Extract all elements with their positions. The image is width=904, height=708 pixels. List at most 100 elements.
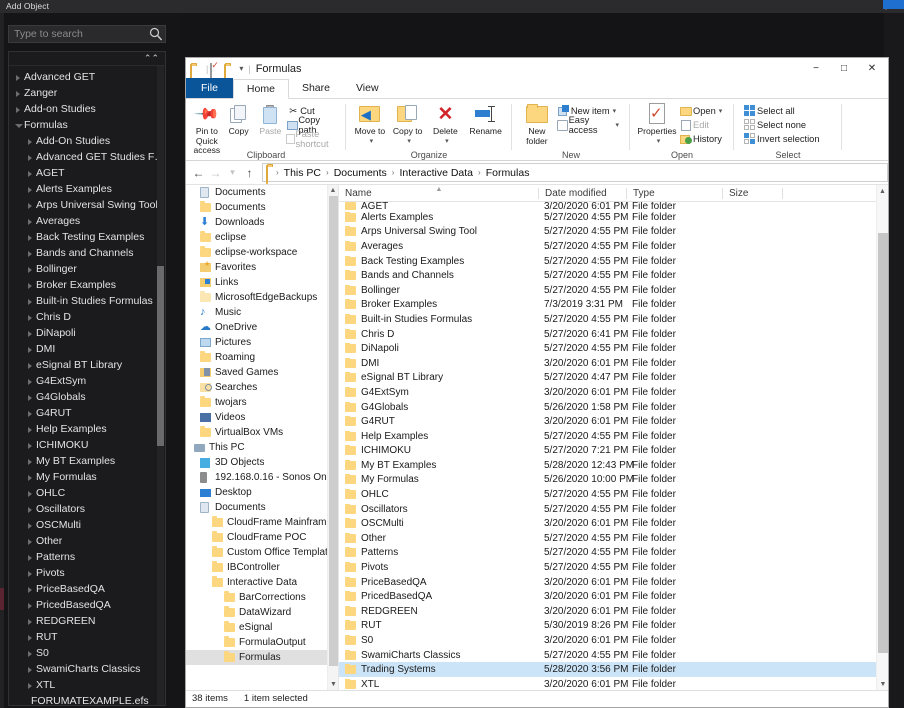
chevron-right-icon[interactable] [27,245,36,261]
maximize-button[interactable]: □ [830,58,858,78]
nav-item[interactable]: Pictures [186,335,338,350]
tree-item[interactable]: Advanced GET [9,69,165,85]
nav-item[interactable]: eSignal [186,620,338,635]
nav-item[interactable]: Videos [186,410,338,425]
nav-item[interactable]: CloudFrame POC [186,530,338,545]
chevron-right-icon[interactable] [27,453,36,469]
tree-item[interactable]: AGET [9,165,165,181]
chevron-right-icon[interactable] [27,213,36,229]
table-row[interactable]: G4RUT 3/20/2020 6:01 PM File folder [339,414,888,429]
chevron-right-icon[interactable] [27,325,36,341]
select-all-button[interactable]: Select all [743,104,826,118]
tree-item[interactable]: Chris D [9,309,165,325]
nav-item[interactable]: Documents [186,185,338,200]
table-row[interactable]: ICHIMOKU 5/27/2020 7:21 PM File folder [339,444,888,459]
table-row[interactable]: My BT Examples 5/28/2020 12:43 PM File fol… [339,458,888,473]
search-input[interactable]: Type to search [8,25,166,43]
nav-item[interactable]: BarCorrections [186,590,338,605]
minimize-button[interactable]: − [802,58,830,78]
nav-item[interactable]: FormulaOutput [186,635,338,650]
chevron-right-icon[interactable] [27,629,36,645]
tree-item[interactable]: Arps Universal Swing Tool [9,197,165,213]
navpane-scrollbar-thumb[interactable] [329,196,338,666]
tree-item[interactable]: Built-in Studies Formulas [9,293,165,309]
tree-item[interactable]: DiNapoli [9,325,165,341]
table-row[interactable]: Bollinger 5/27/2020 4:55 PM File folder [339,283,888,298]
chevron-right-icon[interactable] [27,133,36,149]
forward-arrow-icon[interactable]: → [207,163,224,183]
chevron-down-icon[interactable]: ▾ [719,107,723,115]
tree-item[interactable]: My BT Examples [9,453,165,469]
tree-item[interactable]: PriceBasedQA [9,581,165,597]
chevron-right-icon[interactable] [27,565,36,581]
breadcrumb-segment[interactable]: Interactive Data [399,167,473,179]
chevron-right-icon[interactable] [27,501,36,517]
tree-item[interactable]: Add-on Studies [9,101,165,117]
table-row[interactable]: S0 3/20/2020 6:01 PM File folder [339,633,888,648]
new-folder-icon[interactable] [224,63,236,83]
search-icon[interactable] [147,25,165,43]
chevron-right-icon[interactable] [15,101,24,117]
tree-item[interactable]: Oscillators [9,501,165,517]
table-row[interactable]: Help Examples 5/27/2020 4:55 PM File folde… [339,429,888,444]
chevron-down-icon[interactable]: ▾ [445,137,449,145]
chevron-right-icon[interactable] [27,469,36,485]
chevron-right-icon[interactable] [27,341,36,357]
chevron-right-icon[interactable] [27,357,36,373]
chevron-down-icon[interactable]: ▾ [615,121,619,129]
invert-selection-button[interactable]: Invert selection [743,132,826,146]
chevron-right-icon[interactable] [27,261,36,277]
nav-item[interactable]: Documents [186,500,338,515]
navigation-pane[interactable]: Documents Documents ⬇ Downloads eclipse eclip… [186,185,339,690]
chevron-right-icon[interactable] [27,437,36,453]
navigation-list[interactable]: Documents Documents ⬇ Downloads eclipse eclip… [186,185,338,665]
table-row[interactable]: Trading Systems 5/28/2020 3:56 PM File fol… [339,662,888,677]
tree-item[interactable]: OHLC [9,485,165,501]
tree-list[interactable]: Advanced GET Zanger Add-on Studies Formulas… [9,66,165,705]
scroll-down-icon[interactable]: ▼ [877,678,888,690]
ribbon-tabs[interactable]: File Home Share View [186,78,888,99]
tree-scrollbar-thumb[interactable] [157,266,164,446]
table-row[interactable]: Alerts Examples 5/27/2020 4:55 PM File fol… [339,210,888,225]
chevron-down-icon[interactable]: ▾ [239,64,243,73]
tree-item[interactable]: Other [9,533,165,549]
table-row[interactable]: PricedBasedQA 3/20/2020 6:01 PM File folde… [339,589,888,604]
chevron-right-icon[interactable] [27,661,36,677]
column-header-date-modified[interactable]: Date modified [539,185,627,202]
nav-item[interactable]: Formulas [186,650,338,665]
table-row[interactable]: Bands and Channels 5/27/2020 4:55 PM File … [339,268,888,283]
nav-item[interactable]: Documents [186,200,338,215]
nav-item[interactable]: This PC [186,440,338,455]
tree-item[interactable]: G4RUT [9,405,165,421]
tree-item[interactable]: Advanced GET Studies Form... [9,149,165,165]
table-row[interactable]: Arps Universal Swing Tool 5/27/2020 4:55 … [339,225,888,240]
file-list[interactable]: ▲ Name Date modified Type Size AGET 3/20/… [339,185,888,690]
breadcrumb-segment[interactable]: This PC [284,167,321,179]
properties-icon[interactable] [210,62,222,82]
tree-scrollbar[interactable] [157,66,164,705]
tree-item[interactable]: Bollinger [9,261,165,277]
nav-item[interactable]: ☁ OneDrive [186,320,338,335]
nav-item[interactable]: Custom Office Templates [186,545,338,560]
chevron-right-icon[interactable] [27,581,36,597]
nav-item[interactable]: Roaming [186,350,338,365]
nav-item[interactable]: ♪ Music [186,305,338,320]
edit-button[interactable]: Edit [679,118,728,132]
chevron-right-icon[interactable] [27,645,36,661]
back-arrow-icon[interactable]: ← [190,163,207,183]
tab-share[interactable]: Share [289,78,343,98]
chevron-down-icon[interactable]: ▾ [657,137,661,145]
tree-item[interactable]: PricedBasedQA [9,597,165,613]
nav-item[interactable]: twojars [186,395,338,410]
table-row[interactable]: Chris D 5/27/2020 6:41 PM File folder [339,327,888,342]
chevron-right-icon[interactable] [27,165,36,181]
close-button[interactable]: ✕ [858,58,886,78]
scroll-down-icon[interactable]: ▼ [328,679,338,690]
tree-item[interactable]: My Formulas [9,469,165,485]
nav-item[interactable]: eclipse-workspace [186,245,338,260]
chevron-right-icon[interactable] [27,229,36,245]
table-row[interactable]: OSCMulti 3/20/2020 6:01 PM File folder [339,516,888,531]
file-rows[interactable]: AGET 3/20/2020 6:01 PM File folder Alerts E… [339,202,888,690]
nav-item[interactable]: IBController [186,560,338,575]
table-row[interactable]: SwamiCharts Classics 5/27/2020 4:55 PM Fil… [339,648,888,663]
